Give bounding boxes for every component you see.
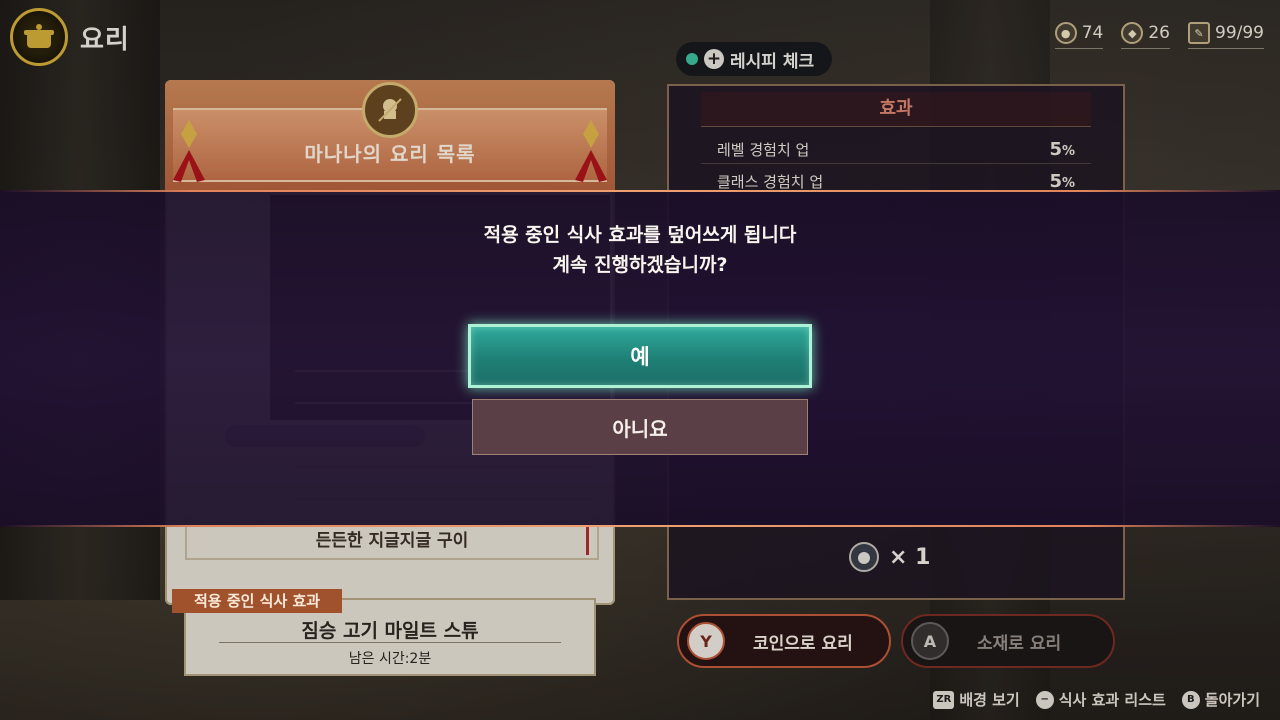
dialog-message-line1: 적용 중인 식사 효과를 덮어쓰게 됩니다 <box>483 224 797 246</box>
dialog-message: 적용 중인 식사 효과를 덮어쓰게 됩니다 계속 진행하겠습니까? <box>0 220 1280 280</box>
dialog-message-line2: 계속 진행하겠습니까? <box>552 254 728 276</box>
active-effect-tag: 적용 중인 식사 효과 <box>172 589 343 613</box>
no-button[interactable]: 아니요 <box>472 399 808 455</box>
yes-button[interactable]: 예 <box>468 324 812 388</box>
dialog-border-top <box>0 190 1280 192</box>
confirm-dialog: 적용 중인 식사 효과를 덮어쓰게 됩니다 계속 진행하겠습니까? 예 아니요 <box>0 190 1280 527</box>
dialog-border-bottom <box>0 525 1280 527</box>
